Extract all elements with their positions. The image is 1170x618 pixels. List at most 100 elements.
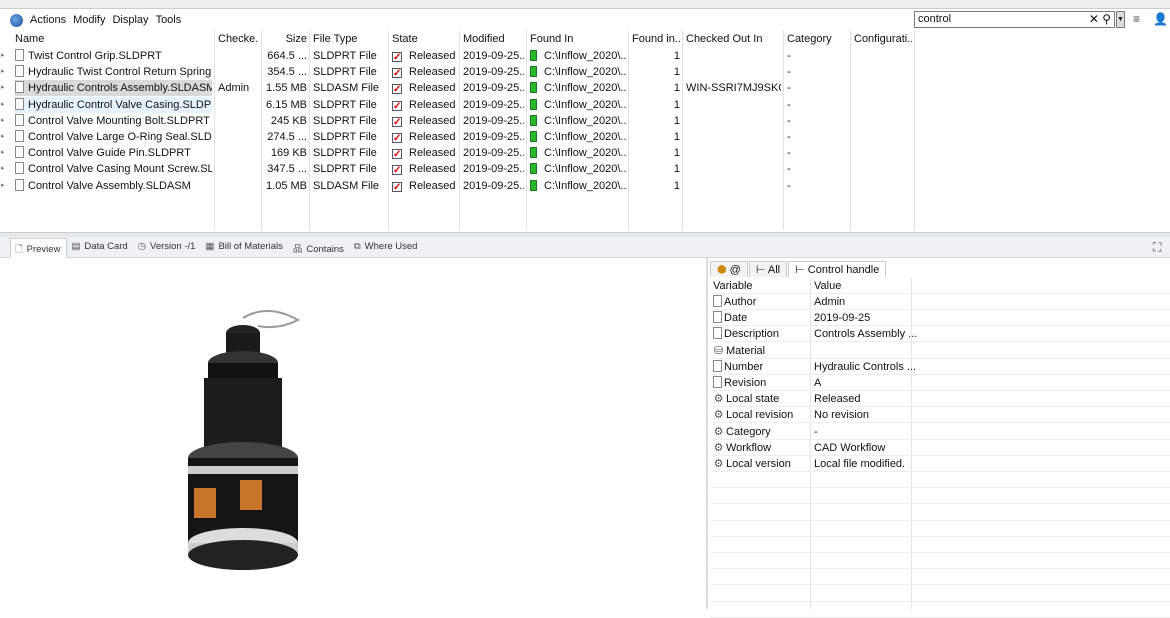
table-row[interactable]: Twist Control Grip.SLDPRT 664.5 ... SLDPRT… [10,48,910,64]
empty-row [711,505,1170,521]
column-header[interactable]: Size [265,33,307,47]
cell-text: - [787,179,791,192]
cell-text: Control Valve Casing Mount Screw.SLDP... [28,163,212,176]
tab-data-card[interactable]: ▤ Data Card [67,238,133,258]
cell-checked [218,178,259,194]
property-row[interactable]: Number Hydraulic Controls ... [711,359,1170,375]
cell-text: SLDASM File [313,82,380,95]
cell-text: C:\Inflow_2020\... [544,179,626,192]
cell-text: Control Valve Assembly.SLDASM [28,179,191,192]
column-header[interactable]: Configurati... [854,33,912,47]
property-row[interactable]: Author Admin [711,294,1170,310]
property-row[interactable]: Revision A [711,375,1170,391]
property-variable: ⚙ Local state [713,391,780,407]
tab-control-handle-label: Control handle [807,264,880,276]
tab-at[interactable]: ⬢ @ [710,261,748,277]
table-icon: ▦ [205,241,215,252]
tab-all-label: All [767,264,781,276]
property-row[interactable]: ⚙ Category - [711,424,1170,440]
menu-actions[interactable]: Actions [30,14,66,26]
column-header[interactable]: File Type [313,33,386,47]
cell-config [854,145,912,161]
expand-icon[interactable]: ⛶ [1153,240,1161,255]
cell-checked-out_in [686,97,781,113]
table-row[interactable]: Control Valve Large O-Ring Seal.SLDPRT 27… [10,129,910,145]
cell-config [854,97,912,113]
variable-header[interactable]: Variable [713,278,753,294]
cell-text: 1.05 MB [266,179,307,192]
menu-display[interactable]: Display [112,14,148,26]
tab-control-handle[interactable]: ⊢ Control handle [788,261,887,277]
menu-modify[interactable]: Modify [73,14,105,26]
gear-icon: ⚙ [713,425,724,438]
tab-preview[interactable]: 🗋 Preview [10,238,68,258]
property-value: Released [814,393,861,406]
file-icon [15,81,24,94]
property-value: Controls Assembly ... [814,328,918,341]
cell-text: - [787,66,791,79]
column-header[interactable]: State [392,33,457,47]
cell-checked [218,64,259,80]
released-state-icon: ✓ [392,52,402,63]
cell-text: C:\Inflow_2020\... [544,50,626,62]
menu-tools[interactable]: Tools [156,14,182,26]
column-header[interactable]: Found in... [632,33,680,47]
value-header[interactable]: Value [814,278,841,294]
search-input[interactable]: control ✕ ⚲ [914,11,1115,28]
table-row[interactable]: Control Valve Assembly.SLDASM 1.05 MB SLDA… [10,178,910,194]
gear-icon: ⚙ [713,393,724,406]
tab-version-[interactable]: ◷ Version -/1 [134,238,202,258]
cell-name: Hydraulic Control Valve Casing.SLDPRT [15,96,212,113]
table-row[interactable]: Hydraulic Controls Assembly.SLDASM Admin 1… [10,80,910,97]
user-icon[interactable]: 👤 [1153,12,1168,26]
tab-label: Preview [26,244,61,255]
table-row[interactable]: Control Valve Casing Mount Screw.SLDP...… [10,161,910,177]
cell-text: 1.55 MB [266,82,307,95]
column-header[interactable]: Category [787,33,848,47]
property-row[interactable]: ⚙ Workflow CAD Workflow [711,440,1170,456]
property-row[interactable]: ⚙ Local version Local file modified. [711,456,1170,472]
document-icon [713,311,722,324]
property-row[interactable]: Date 2019-09-25 [711,310,1170,327]
search-options-icon[interactable]: ≡ [1133,12,1140,26]
folder-icon [530,179,537,191]
property-row[interactable]: Description Controls Assembly ... [711,326,1170,343]
cell-text: - [787,98,791,111]
cell-text: Released [409,98,456,111]
cell-text: Hydraulic Twist Control Return Spring.SL… [28,66,212,79]
cell-text: 2019-09-25... [463,179,524,192]
column-header[interactable]: Name [15,33,212,47]
cell-text: 2019-09-25... [463,98,524,111]
property-row[interactable]: ⚙ Local revision No revision [711,407,1170,424]
folder-icon [530,66,537,78]
cell-text: SLDPRT File [313,66,377,79]
cell-text: 1 [673,147,680,160]
clear-search-icon[interactable]: ✕ ⚲ [1089,12,1111,26]
table-row[interactable]: Control Valve Mounting Bolt.SLDPRT 245 KB… [10,113,910,129]
search-dropdown-button[interactable]: ▼ [1116,11,1125,28]
cell-text: C:\Inflow_2020\... [544,147,626,160]
variable-name: Workflow [726,441,772,454]
table-row[interactable]: Control Valve Guide Pin.SLDPRT 169 KB SLDP… [10,145,910,161]
cell-category: - [787,113,848,129]
table-row[interactable]: Hydraulic Twist Control Return Spring.SL… [10,64,910,80]
cell-config [854,178,912,194]
variable-tabs: ⬢ @ ⊢ All ⊢ Control handle [710,261,887,277]
document-icon [713,295,722,307]
column-header[interactable]: Modified [463,33,524,47]
tab-all[interactable]: ⊢ All [748,261,788,277]
table-row[interactable]: Hydraulic Control Valve Casing.SLDPRT 6.1… [10,96,912,113]
tab-contains[interactable]: 品 Contains [289,238,350,258]
tab-where-used[interactable]: ⧉ Where Used [350,238,424,258]
cell-text: C:\Inflow_2020\... [544,131,626,143]
cell-size: 1.05 MB [265,178,307,194]
column-header[interactable]: Found In [530,33,626,47]
cell-found-in: C:\Inflow_2020\... [530,80,626,96]
column-header[interactable]: Checked Out In [686,33,781,47]
column-header[interactable]: Checke... [218,33,259,47]
released-state-icon: ✓ [392,116,402,128]
cell-text: 6.15 MB [266,98,307,111]
tab-bill-of-materials[interactable]: ▦ Bill of Materials [201,238,288,258]
property-row[interactable]: ⛁ Material [711,343,1170,359]
property-row[interactable]: ⚙ Local state Released [711,391,1170,408]
